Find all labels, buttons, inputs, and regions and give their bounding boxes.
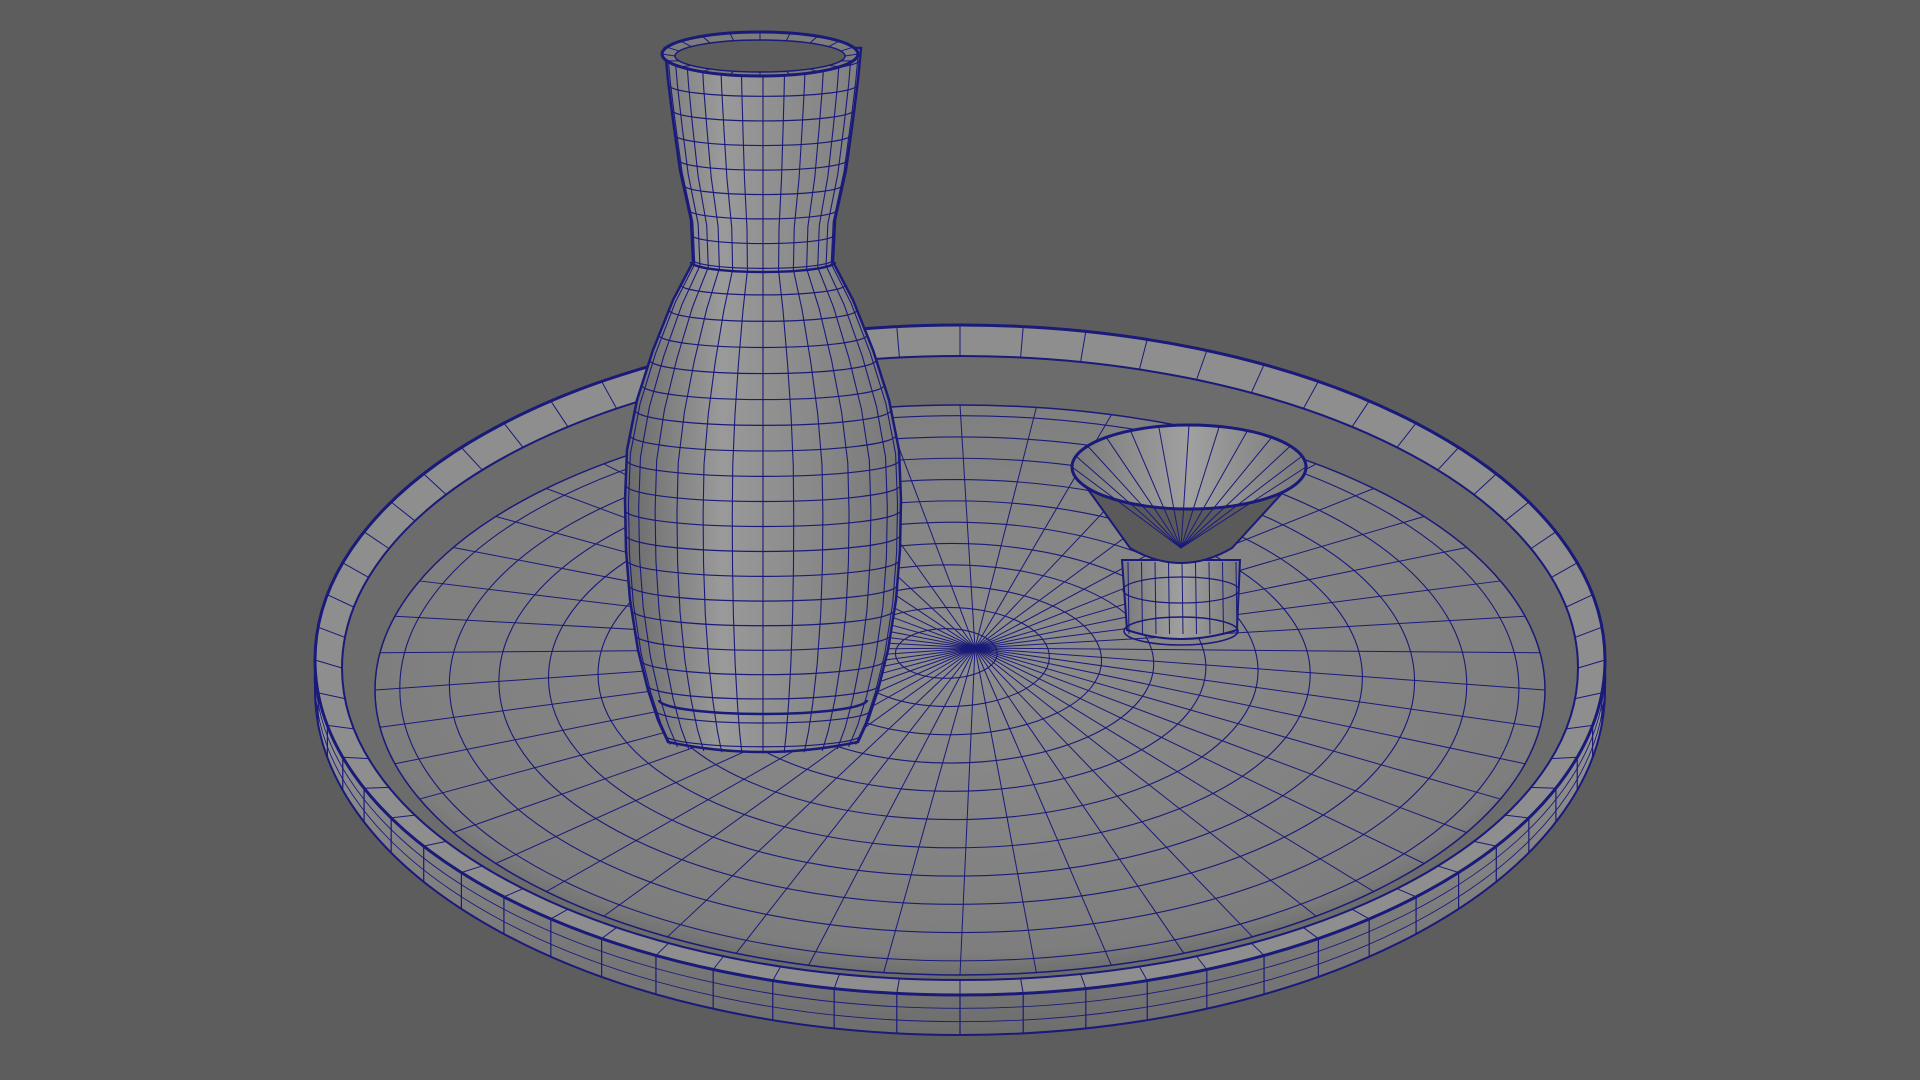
3d-viewport[interactable] xyxy=(0,0,1920,1080)
sake-tray[interactable] xyxy=(313,323,1607,1036)
wireframe-scene[interactable] xyxy=(0,0,1920,1080)
sake-bottle[interactable] xyxy=(623,30,903,754)
